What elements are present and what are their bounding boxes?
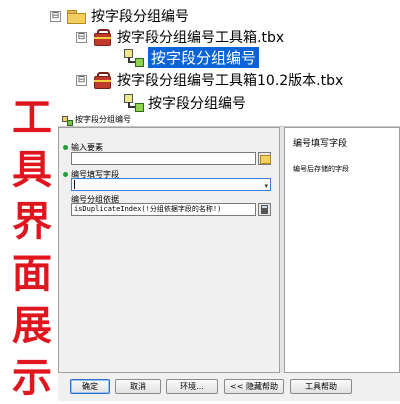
- cancel-button[interactable]: 取消: [115, 379, 161, 394]
- ok-button[interactable]: 确定: [70, 379, 110, 394]
- tree-toolbox-row[interactable]: ⊟ 按字段分组编号工具箱.tbx: [76, 27, 284, 47]
- model-tool-icon: [62, 115, 73, 126]
- caption-char: 展: [12, 302, 52, 349]
- collapse-icon[interactable]: ⊟: [76, 31, 87, 43]
- environments-button[interactable]: 环境...: [166, 379, 218, 394]
- dialog-title: 按字段分组编号: [75, 115, 131, 124]
- tool-help-button[interactable]: 工具帮助: [290, 379, 352, 394]
- tree-model-row-selected[interactable]: 按字段分组编号: [124, 47, 260, 68]
- dialog-title-bar: 按字段分组编号: [62, 114, 131, 126]
- toolbox-label: 按字段分组编号工具箱.tbx: [117, 30, 285, 46]
- caption-char: 面: [12, 250, 52, 297]
- required-dot-icon: [63, 172, 68, 177]
- field-calculator-button[interactable]: [258, 203, 271, 216]
- caption-char: 界: [12, 198, 52, 245]
- required-dot-icon: [63, 145, 68, 150]
- caption-char: 示: [12, 354, 52, 401]
- caption-char: 具: [12, 146, 52, 193]
- caption-vertical-text: 工 具 界 面 展 示: [12, 92, 52, 404]
- number-field-dropdown[interactable]: ▾: [71, 178, 271, 191]
- model-tool-icon: [124, 94, 144, 112]
- browse-folder-button[interactable]: [258, 152, 271, 165]
- dropdown-arrow-icon[interactable]: ▾: [264, 181, 268, 192]
- tree-root-row[interactable]: ⊟ 按字段分组编号: [50, 6, 189, 26]
- model-tool-label: 按字段分组编号: [148, 47, 260, 68]
- help-text: 编号后存储的字段: [293, 165, 349, 173]
- folder-icon: [67, 9, 86, 24]
- button-row: 确定 取消 环境... << 隐藏帮助 工具帮助: [58, 375, 400, 401]
- model-tool-label: 按字段分组编号: [148, 96, 246, 112]
- tree-toolbox-row[interactable]: ⊟ 按字段分组编号工具箱10.2版本.tbx: [76, 70, 343, 90]
- calculator-icon: [261, 205, 268, 214]
- tree-model-row[interactable]: 按字段分组编号: [124, 93, 246, 113]
- model-tool-icon: [124, 48, 144, 67]
- browse-folder-icon: [260, 155, 271, 164]
- collapse-icon[interactable]: ⊟: [76, 74, 87, 86]
- help-pane: 编号填写字段 编号后存储的字段: [284, 127, 400, 373]
- group-by-expression-field[interactable]: isDuplicateIndex(!分组依据字段的名称!): [71, 203, 256, 216]
- hide-help-button[interactable]: << 隐藏帮助: [224, 379, 284, 394]
- input-features-field[interactable]: [71, 152, 256, 165]
- toolbox-icon: [93, 29, 111, 46]
- caption-char: 工: [12, 94, 52, 141]
- collapse-icon[interactable]: ⊟: [50, 10, 61, 22]
- text-caret: [74, 180, 75, 189]
- parameters-pane: 输入要素 编号填写字段 ▾ 编号分组依据 isDuplicateIndex(!分…: [58, 127, 280, 373]
- tool-dialog: 输入要素 编号填写字段 ▾ 编号分组依据 isDuplicateIndex(!分…: [58, 126, 400, 401]
- toolbox-icon: [93, 72, 111, 89]
- tree-root-label: 按字段分组编号: [91, 9, 189, 25]
- toolbox-label: 按字段分组编号工具箱10.2版本.tbx: [117, 73, 344, 89]
- help-title: 编号填写字段: [293, 139, 348, 149]
